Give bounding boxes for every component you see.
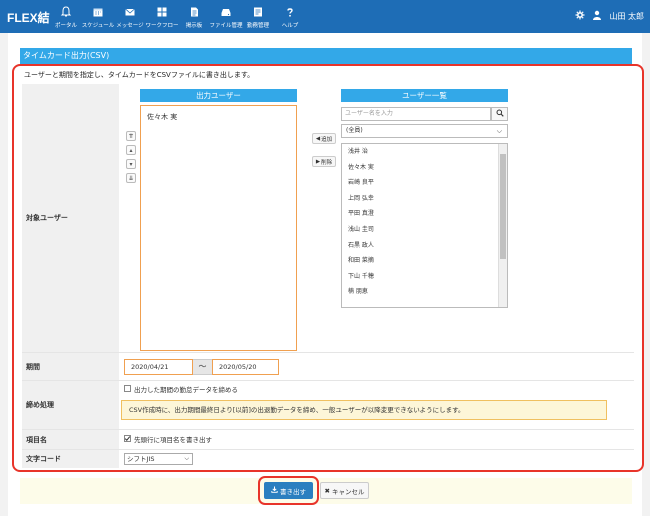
list-item[interactable]: 浅井 治 <box>342 144 507 160</box>
bell-icon <box>59 5 73 19</box>
item-name-checkbox-label[interactable]: 先頭行に項目名を書き出す <box>134 434 212 444</box>
page-description: ユーザーと期間を指定し、タイムカードをCSVファイルに書き出します。 <box>24 71 255 79</box>
list-item[interactable]: 佐々木 実 <box>342 160 507 176</box>
label-text: 期間 <box>26 362 40 371</box>
drive-icon <box>219 5 233 19</box>
scroll-thumb[interactable] <box>500 154 506 259</box>
nav-item-portal[interactable]: ポータル <box>50 0 82 33</box>
list-item[interactable]: 上岡 弘幸 <box>342 191 507 207</box>
main-nav: ポータル スケジュール メッセージ ワークフロー 掲示板 ファイル管理 勤務管理… <box>50 0 306 33</box>
label-closing: 締め処理 <box>22 381 119 429</box>
nav-label: ヘルプ <box>281 23 299 29</box>
chevron-down-icon: ⌵ <box>496 127 502 135</box>
list-item[interactable]: 浅山 圭司 <box>342 222 507 238</box>
search-button[interactable] <box>491 107 508 121</box>
header-user-name[interactable]: 山田 太郎 <box>609 11 644 22</box>
output-users-title: 出力ユーザー <box>140 89 297 102</box>
label-text: 項目名 <box>26 435 47 444</box>
user-search-input[interactable]: ユーザー名を入力 <box>341 107 491 121</box>
label-text: 締め処理 <box>26 401 54 409</box>
nav-item-workflow[interactable]: ワークフロー <box>145 0 179 33</box>
item-name-checkbox[interactable] <box>124 435 131 442</box>
nav-item-file[interactable]: ファイル管理 <box>209 0 243 33</box>
encoding-value: シフトJIS <box>127 455 155 463</box>
nav-label: ワークフロー <box>145 23 179 29</box>
list-item[interactable]: 岩崎 良平 <box>342 175 507 191</box>
top-navigation-bar: FLEX結 ポータル スケジュール メッセージ ワークフロー 掲示板 ファイル管… <box>0 0 650 33</box>
add-label: 追加 <box>321 136 333 143</box>
closing-checkbox[interactable] <box>124 385 131 392</box>
remove-label: 削除 <box>321 159 333 166</box>
gear-icon[interactable] <box>575 10 585 22</box>
encoding-select[interactable]: シフトJIS ⌵ <box>124 453 193 465</box>
order-buttons: ⇈ ▴ ▾ ⇊ <box>126 131 136 183</box>
nav-item-attendance[interactable]: 勤務管理 <box>242 0 274 33</box>
user-filter-select[interactable]: (全員) ⌵ <box>341 124 508 138</box>
label-item-name: 項目名 <box>22 430 119 449</box>
label-text: 対象ユーザー <box>26 214 68 222</box>
filter-value: (全員) <box>346 127 363 134</box>
nav-item-message[interactable]: メッセージ <box>114 0 146 33</box>
check-icon <box>124 436 131 441</box>
period-start-input[interactable]: 2020/04/21 <box>124 359 193 375</box>
nav-label: 掲示板 <box>185 23 203 29</box>
add-button[interactable]: ◀ 追加 <box>312 133 336 144</box>
nav-label: ファイル管理 <box>209 23 243 29</box>
closing-notice: CSV作成時に、出力期間最終日より[以前]の出退勤データを締め、一般ユーザーが以… <box>121 400 607 420</box>
user-list-scrollbar[interactable] <box>498 144 507 307</box>
app-logo[interactable]: FLEX結 <box>7 9 50 26</box>
closing-checkbox-label[interactable]: 出力した期間の勤怠データを締める <box>134 384 238 394</box>
remove-button[interactable]: ▶ 削除 <box>312 156 336 167</box>
output-users-list[interactable]: 佐々木 実 <box>140 105 297 351</box>
move-bottom-button[interactable]: ⇊ <box>126 173 136 183</box>
workflow-icon <box>155 5 169 19</box>
list-item[interactable]: 石黒 政人 <box>342 238 507 254</box>
arrow-left-icon: ◀ <box>315 135 321 142</box>
user-list-title: ユーザー一覧 <box>341 89 508 102</box>
move-top-button[interactable]: ⇈ <box>126 131 136 141</box>
label-target-users: 対象ユーザー <box>22 84 119 352</box>
label-encoding: 文字コード <box>22 450 119 468</box>
list-item[interactable]: 佐々木 実 <box>147 112 290 122</box>
page-title: タイムカード出力(CSV) <box>20 48 632 64</box>
nav-item-board[interactable]: 掲示板 <box>178 0 210 33</box>
list-item[interactable]: 楠 朋恵 <box>342 284 507 300</box>
list-item[interactable]: 平田 真澄 <box>342 206 507 222</box>
nav-label: メッセージ <box>116 23 144 29</box>
double-chevron-up-icon: ⇈ <box>128 132 134 140</box>
nav-label: ポータル <box>54 23 77 29</box>
attendance-icon <box>251 5 265 19</box>
move-up-button[interactable]: ▴ <box>126 145 136 155</box>
move-down-button[interactable]: ▾ <box>126 159 136 169</box>
nav-item-schedule[interactable]: スケジュール <box>82 0 114 33</box>
period-separator: ～ <box>193 359 212 375</box>
chevron-down-icon: ▾ <box>129 160 133 168</box>
chevron-up-icon: ▴ <box>129 146 133 154</box>
cancel-button[interactable]: ✖ キャンセル <box>320 482 369 499</box>
list-item[interactable]: 和田 菜摘 <box>342 253 507 269</box>
cancel-label: キャンセル <box>331 487 365 496</box>
board-icon <box>187 5 201 19</box>
list-item[interactable]: 下山 千穂 <box>342 269 507 285</box>
help-icon <box>283 5 297 19</box>
period-end-input[interactable]: 2020/05/20 <box>212 359 279 375</box>
user-list[interactable]: 浅井 治 佐々木 実 岩崎 良平 上岡 弘幸 平田 真澄 浅山 圭司 石黒 政人… <box>341 143 508 308</box>
nav-item-help[interactable]: ヘルプ <box>274 0 306 33</box>
label-period: 期間 <box>22 353 119 380</box>
close-icon: ✖ <box>324 486 330 495</box>
label-text: 文字コード <box>26 455 61 463</box>
envelope-icon <box>123 5 137 19</box>
chevron-down-icon: ⌵ <box>184 455 189 462</box>
user-avatar-icon[interactable] <box>592 10 602 22</box>
calendar-icon <box>91 5 105 19</box>
search-icon <box>496 109 504 119</box>
nav-label: 勤務管理 <box>246 23 269 29</box>
double-chevron-down-icon: ⇊ <box>128 174 134 182</box>
nav-label: スケジュール <box>81 23 115 29</box>
header-user-area: 山田 太郎 <box>575 10 644 22</box>
highlight-ring-write-button <box>258 476 319 505</box>
arrow-right-icon: ▶ <box>315 158 321 165</box>
